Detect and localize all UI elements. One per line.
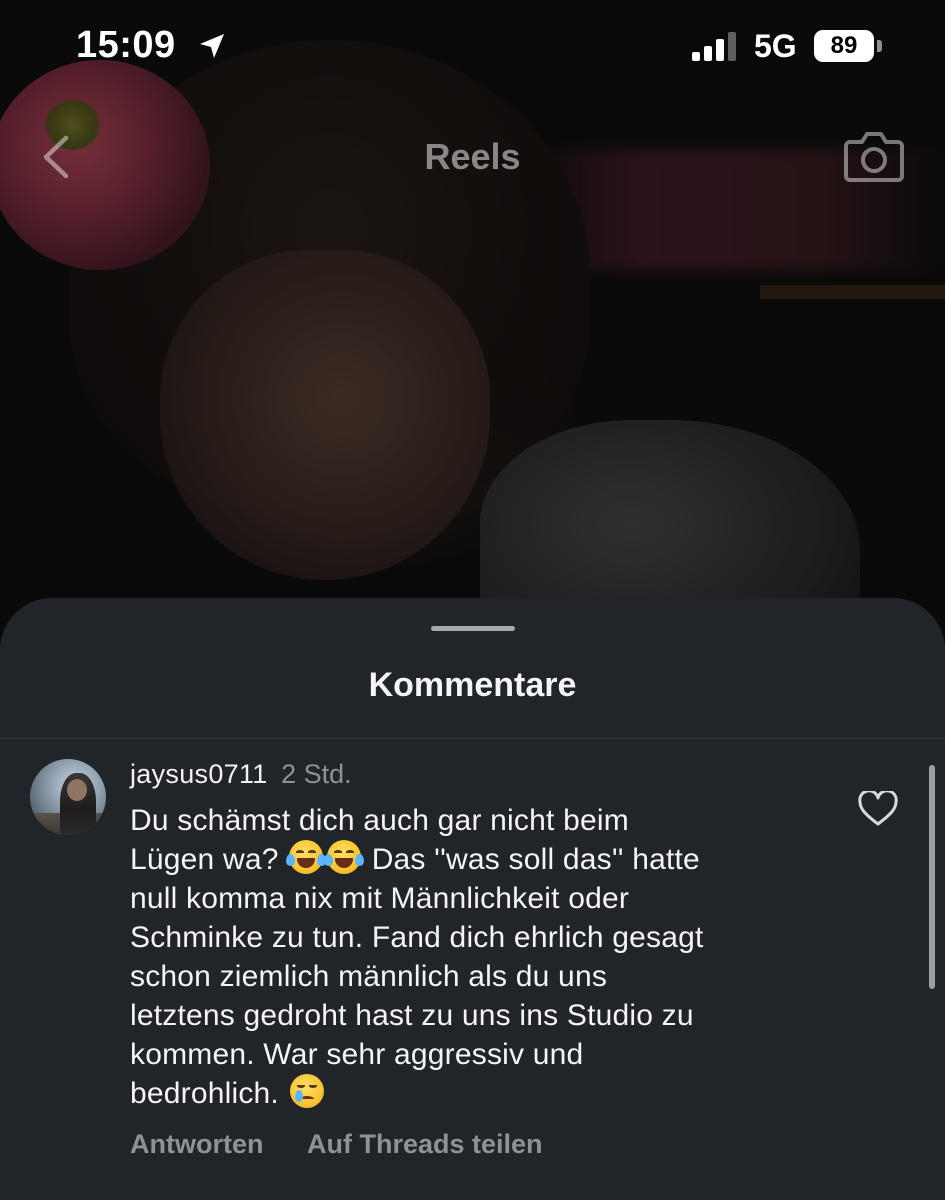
comment-actions: Antworten Auf Threads teilen (130, 1129, 579, 1160)
comment-line: letztens gedroht hast zu uns ins Studio … (130, 999, 694, 1032)
status-time: 15:09 (76, 24, 176, 66)
reels-comments-screen: 15:09 5G 89 Reels Kommentare jaysus0711 … (0, 0, 945, 1200)
location-arrow-icon (200, 34, 224, 58)
comment-line: null komma nix mit Männlichkeit oder (130, 882, 630, 915)
comment-text: Du schämst dich auch gar nicht beim Lüge… (130, 801, 820, 1113)
comment-username[interactable]: jaysus0711 (130, 759, 268, 789)
avatar[interactable] (30, 759, 106, 835)
comment-line: Schminke zu tun. Fand dich ehrlich gesag… (130, 921, 704, 954)
share-to-threads-button[interactable]: Auf Threads teilen (307, 1129, 543, 1159)
camera-icon[interactable] (842, 126, 906, 186)
comment-line: Du schämst dich auch gar nicht beim (130, 804, 629, 837)
battery-cap (877, 40, 882, 52)
cellular-signal-icon (692, 32, 736, 61)
sheet-title: Kommentare (368, 666, 577, 704)
comment-line: Das ''was soll das'' hatte (371, 843, 700, 876)
battery-indicator: 89 (814, 30, 874, 62)
scrollbar[interactable] (929, 765, 935, 989)
status-bar: 15:09 5G 89 (0, 0, 945, 100)
comment-line: bedrohlich. (130, 1077, 279, 1110)
comment-item: jaysus0711 2 Std. Du schämst dich auch g… (0, 739, 945, 1200)
heart-like-icon[interactable] (858, 791, 898, 827)
comment-line-with-emojis: Lügen wa? Das ''was soll das'' hatte (130, 840, 820, 879)
comment-meta: jaysus0711 2 Std. (130, 759, 352, 790)
comment-line-with-emoji: bedrohlich. (130, 1074, 820, 1113)
comment-line: schon ziemlich männlich als du uns (130, 960, 608, 993)
comments-sheet: Kommentare jaysus0711 2 Std. Du schämst … (0, 598, 945, 1200)
comment-line: kommen. War sehr aggressiv und (130, 1038, 584, 1071)
page-title: Reels (424, 136, 521, 177)
comment-line: Lügen wa? (130, 843, 279, 876)
network-type: 5G (754, 28, 797, 64)
tears-of-joy-emoji-icon (286, 840, 327, 874)
reply-button[interactable]: Antworten (130, 1129, 263, 1159)
tears-of-joy-emoji-icon (324, 840, 365, 874)
comment-timestamp: 2 Std. (281, 759, 352, 789)
sheet-grabber-handle[interactable] (431, 626, 515, 631)
crying-face-emoji-icon (289, 1074, 324, 1108)
